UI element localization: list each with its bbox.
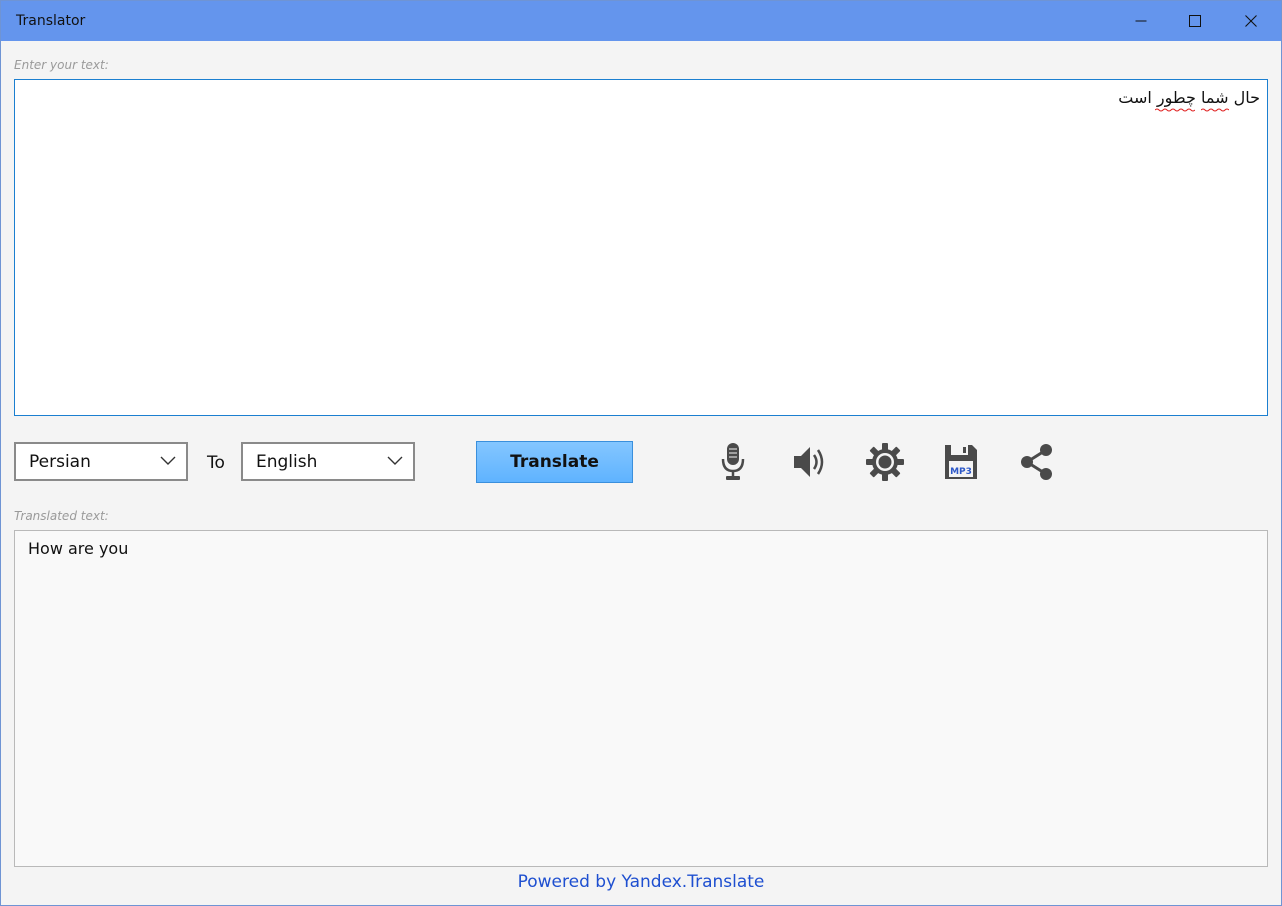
input-label: Enter your text: — [14, 58, 109, 72]
spellcheck-underline — [1201, 108, 1229, 112]
translated-text-output[interactable]: How are you — [14, 530, 1268, 867]
share-button[interactable] — [1015, 441, 1059, 483]
target-language-value: English — [256, 452, 318, 472]
speaker-icon — [794, 447, 824, 477]
chevron-down-icon — [387, 456, 403, 465]
app-window: Translator Enter your text: حال شما چطور… — [0, 0, 1282, 906]
settings-gear-icon — [866, 443, 904, 481]
speak-button[interactable] — [787, 441, 831, 483]
close-button[interactable] — [1223, 1, 1279, 41]
minimize-icon — [1135, 20, 1147, 22]
mp3-label: MP3 — [950, 467, 972, 477]
source-text-input[interactable]: حال شما چطور است — [14, 79, 1268, 416]
source-text-value: حال شما چطور است — [1118, 88, 1260, 107]
title-bar[interactable]: Translator — [1, 1, 1281, 41]
settings-button[interactable] — [863, 441, 907, 483]
maximize-icon — [1189, 15, 1201, 27]
powered-by-link[interactable]: Powered by Yandex.Translate — [1, 872, 1281, 892]
spellcheck-underline — [1155, 108, 1195, 112]
source-language-value: Persian — [29, 452, 91, 472]
microphone-icon — [721, 443, 745, 480]
source-language-select[interactable]: Persian — [14, 442, 188, 481]
translated-text-value: How are you — [28, 539, 129, 558]
microphone-button[interactable] — [711, 441, 755, 483]
save-mp3-icon: MP3 — [945, 445, 977, 479]
chevron-down-icon — [160, 456, 176, 465]
maximize-button[interactable] — [1167, 1, 1223, 41]
save-mp3-button[interactable]: MP3 — [939, 441, 983, 483]
translate-button[interactable]: Translate — [476, 441, 633, 483]
share-icon — [1021, 444, 1052, 480]
window-title: Translator — [16, 13, 86, 29]
to-label: To — [207, 453, 225, 473]
target-language-select[interactable]: English — [241, 442, 415, 481]
minimize-button-2[interactable] — [1113, 1, 1169, 41]
close-icon — [1245, 15, 1257, 27]
output-label: Translated text: — [14, 509, 109, 523]
